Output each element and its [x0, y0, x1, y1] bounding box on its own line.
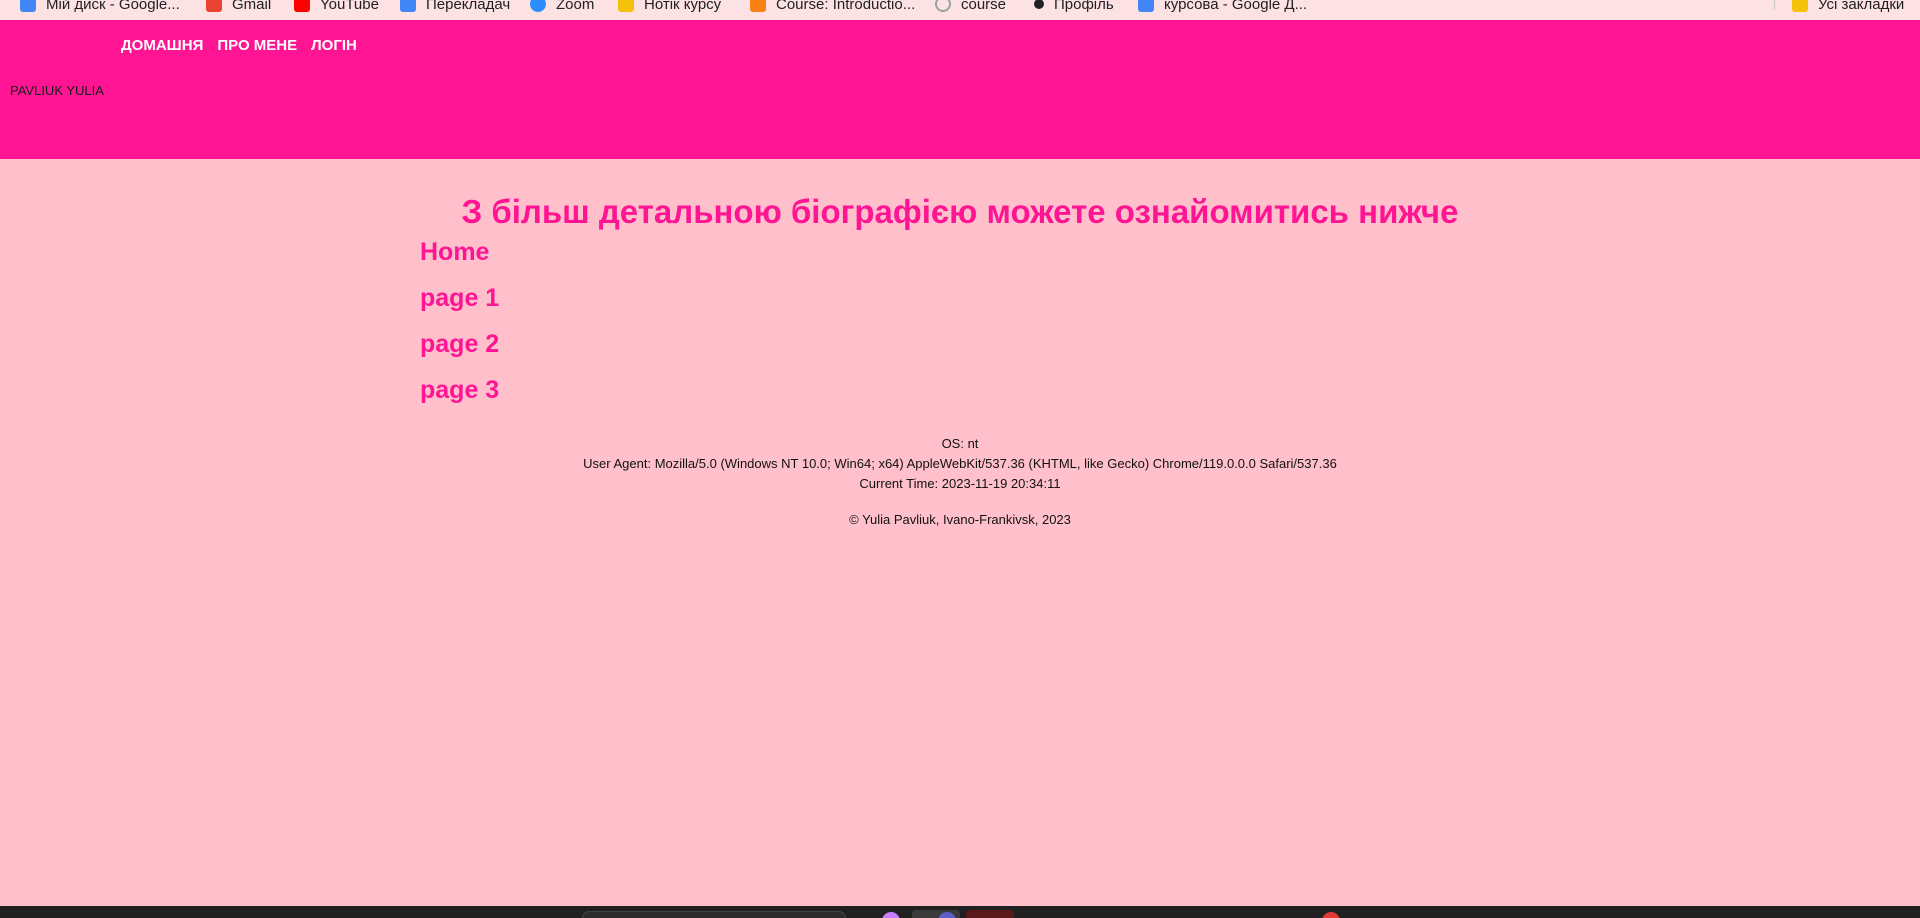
- notebook-icon: [618, 0, 634, 12]
- list-item: Home: [420, 238, 499, 284]
- profile-icon: [1034, 0, 1044, 9]
- site-header: ДОМАШНЯ ПРО МЕНЕ ЛОГІН PAVLIUK YULIA: [0, 20, 1920, 159]
- bookmark-google-drive[interactable]: Мій диск - Google...: [20, 0, 180, 14]
- bookmark-label: Профіль: [1054, 0, 1114, 13]
- zoom-icon: [530, 0, 546, 12]
- bookmark-label: Перекладач: [426, 0, 511, 13]
- taskbar-search-box[interactable]: [582, 911, 846, 918]
- bookmark-translate[interactable]: Перекладач: [400, 0, 510, 14]
- bookmark-label: курсова - Google Д...: [1164, 0, 1308, 13]
- nav-about-link[interactable]: ПРО МЕНЕ: [217, 37, 297, 54]
- google-translate-icon: [400, 0, 416, 12]
- bookmark-gmail[interactable]: Gmail: [206, 0, 271, 14]
- copyright-footer: © Yulia Pavliuk, Ivano-Frankivsk, 2023: [849, 512, 1071, 527]
- link-home[interactable]: Home: [420, 238, 489, 266]
- bookmark-course[interactable]: course: [935, 0, 1006, 14]
- bookmark-all-bookmarks[interactable]: Усі закладки: [1792, 0, 1904, 14]
- link-page-1[interactable]: page 1: [420, 284, 499, 312]
- bookmark-label: course: [961, 0, 1007, 13]
- current-time-info: Current Time: 2023-11-19 20:34:11: [859, 476, 1061, 491]
- taskbar-app-icon[interactable]: [882, 912, 900, 918]
- bookmark-course-intro[interactable]: Course: Introductio...: [750, 0, 915, 14]
- nav-home-link[interactable]: ДОМАШНЯ: [121, 37, 203, 54]
- bookmark-label: Gmail: [232, 0, 272, 13]
- nav-login-link[interactable]: ЛОГІН: [311, 37, 357, 54]
- page-heading: З більш детальною біографією можете озна…: [461, 193, 1459, 230]
- loading-icon: [935, 0, 951, 12]
- os-info: OS: nt: [941, 436, 979, 451]
- bookmark-label: Усі закладки: [1818, 0, 1905, 13]
- bookmark-label: Нотік курсу: [644, 0, 722, 13]
- os-taskbar: [0, 906, 1920, 918]
- youtube-icon: [294, 0, 310, 12]
- site-brand: PAVLIUK YULIA: [10, 83, 104, 98]
- bookmark-youtube[interactable]: YouTube: [294, 0, 379, 14]
- list-item: page 1: [420, 284, 499, 330]
- bookmark-zoom[interactable]: Zoom: [530, 0, 594, 14]
- page-links-list: Home page 1 page 2 page 3: [420, 238, 499, 422]
- link-page-3[interactable]: page 3: [420, 376, 499, 404]
- bookmark-profile[interactable]: Профіль: [1034, 0, 1114, 14]
- bookmark-label: Course: Introductio...: [776, 0, 916, 13]
- link-page-2[interactable]: page 2: [420, 330, 499, 358]
- bookmark-label: Мій диск - Google...: [46, 0, 180, 13]
- folder-icon: [1792, 0, 1808, 12]
- bookmark-label: YouTube: [320, 0, 379, 13]
- bookmark-google-docs[interactable]: курсова - Google Д...: [1138, 0, 1307, 14]
- main-nav: ДОМАШНЯ ПРО МЕНЕ ЛОГІН: [121, 37, 357, 54]
- bookmark-notebook[interactable]: Нотік курсу: [618, 0, 721, 14]
- gmail-icon: [206, 0, 222, 12]
- list-item: page 3: [420, 376, 499, 422]
- system-info: OS: nt User Agent: Mozilla/5.0 (Windows …: [0, 434, 1920, 494]
- bookmarks-divider: [1774, 0, 1775, 10]
- google-drive-icon: [20, 0, 36, 12]
- user-agent-info: User Agent: Mozilla/5.0 (Windows NT 10.0…: [583, 456, 1337, 471]
- bookmarks-bar: Мій диск - Google... Gmail YouTube Перек…: [0, 0, 1920, 20]
- taskbar-app-tile[interactable]: [966, 910, 1014, 918]
- bookmark-label: Zoom: [556, 0, 595, 13]
- google-docs-icon: [1138, 0, 1154, 12]
- list-item: page 2: [420, 330, 499, 376]
- moodle-icon: [750, 0, 766, 12]
- taskbar-app-icon[interactable]: [1322, 912, 1340, 918]
